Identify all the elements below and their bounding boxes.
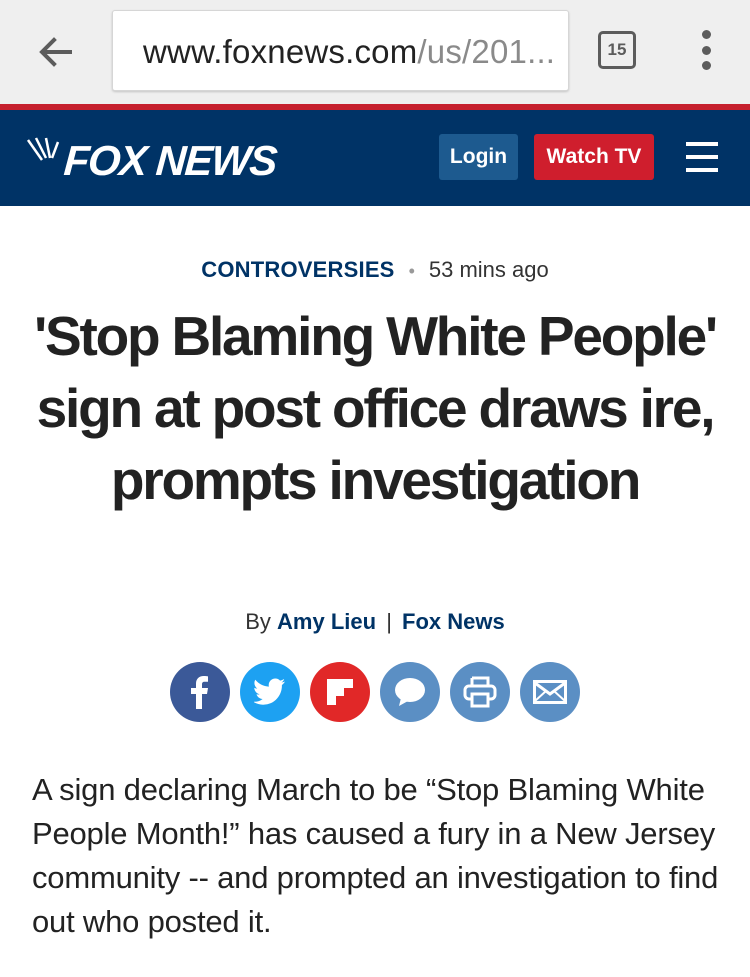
watch-tv-button[interactable]: Watch TV [534, 134, 654, 180]
url-path: /us/201... [417, 33, 556, 70]
meta-separator: • [408, 261, 415, 281]
source-link[interactable]: Fox News [402, 609, 505, 634]
fox-searchlight-icon [26, 137, 60, 161]
fox-news-logo[interactable]: FOX NEWS [24, 136, 278, 186]
publish-time: 53 mins ago [428, 257, 549, 282]
logo-text: FOX NEWS [62, 137, 278, 184]
facebook-icon [191, 676, 208, 709]
back-button[interactable] [28, 24, 84, 80]
twitter-share-button[interactable] [240, 662, 300, 722]
flipboard-share-button[interactable] [310, 662, 370, 722]
email-icon [533, 680, 567, 704]
menu-dot-icon [701, 30, 711, 39]
address-bar[interactable]: www.foxnews.com/us/201... [112, 10, 569, 91]
browser-toolbar: www.foxnews.com/us/201... 15 [0, 0, 750, 104]
byline-separator: | [386, 609, 392, 634]
author-link[interactable]: Amy Lieu [277, 609, 376, 634]
byline-prefix: By [245, 609, 271, 634]
overflow-menu-button[interactable] [692, 30, 720, 70]
tab-switcher-button[interactable]: 15 [598, 31, 636, 69]
category-link[interactable]: CONTROVERSIES [201, 257, 394, 282]
flipboard-icon [327, 679, 353, 705]
menu-dot-icon [701, 61, 711, 70]
print-icon [463, 676, 497, 708]
share-bar [170, 662, 580, 722]
url-domain: www.foxnews.com [143, 33, 418, 70]
article-meta: CONTROVERSIES • 53 mins ago [0, 256, 750, 285]
menu-dot-icon [701, 45, 711, 55]
article-headline: 'Stop Blaming White People' sign at post… [34, 305, 718, 511]
print-button[interactable] [450, 662, 510, 722]
facebook-share-button[interactable] [170, 662, 230, 722]
comments-button[interactable] [380, 662, 440, 722]
article-body-paragraph: A sign declaring March to be “Stop Blami… [32, 772, 719, 939]
comment-icon [395, 678, 425, 706]
twitter-icon [254, 678, 285, 705]
login-button[interactable]: Login [439, 134, 518, 180]
site-header: FOX NEWS Login Watch TV [0, 110, 750, 206]
email-share-button[interactable] [520, 662, 580, 722]
back-arrow-icon [39, 37, 72, 67]
byline: By Amy Lieu | Fox News [0, 607, 750, 637]
hamburger-menu-icon[interactable] [686, 140, 718, 174]
